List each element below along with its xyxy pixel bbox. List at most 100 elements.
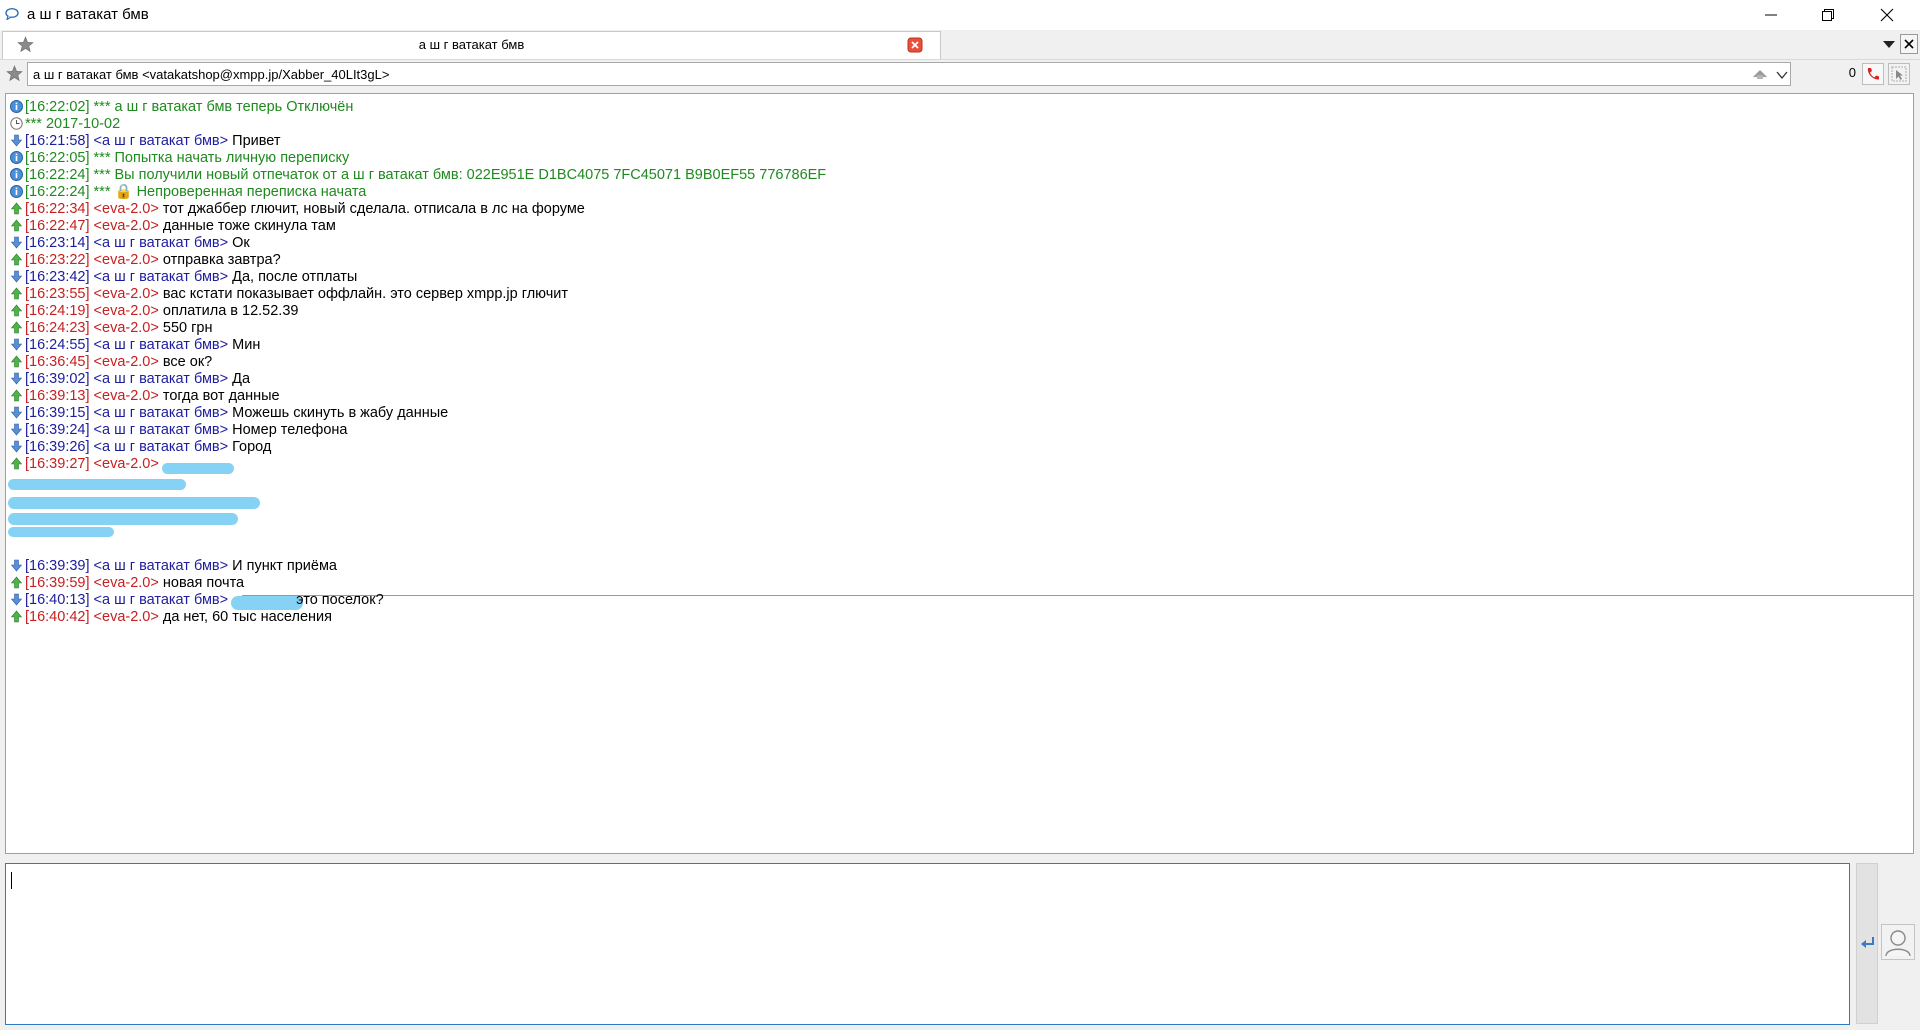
chat-log[interactable]: [16:22:02] *** а ш г ватакат бмв теперь … — [5, 93, 1914, 854]
message-timestamp: [16:22:24] — [25, 167, 90, 183]
chat-message: [16:36:45] <eva-2.0> все ок? — [10, 354, 212, 371]
restore-button[interactable] — [1805, 0, 1851, 30]
arrow-up-icon — [10, 457, 23, 470]
message-timestamp: [16:22:34] — [25, 201, 90, 217]
minimize-icon — [1765, 14, 1777, 16]
message-text: Да, после отплаты — [232, 269, 358, 285]
message-text: *** а ш г ватакат бмв теперь Отключён — [93, 99, 354, 115]
message-sender: <а ш г ватакат бмв> — [93, 269, 229, 285]
info-icon — [10, 185, 23, 198]
phone-icon — [1867, 68, 1879, 80]
message-timestamp: [16:22:47] — [25, 218, 90, 234]
redaction-mark — [8, 479, 186, 490]
message-sender: <eva-2.0> — [93, 388, 159, 404]
arrow-down-icon — [10, 440, 23, 453]
arrow-down-icon — [10, 372, 23, 385]
message-timestamp: [16:22:05] — [25, 150, 90, 166]
unread-separator — [242, 595, 1913, 596]
tab-menu-dropdown-icon[interactable] — [1880, 34, 1898, 54]
chevron-down-icon[interactable] — [1776, 70, 1788, 80]
arrow-down-icon — [10, 423, 23, 436]
close-tab-button[interactable] — [1900, 34, 1918, 54]
message-sender: <а ш г ватакат бмв> — [93, 337, 229, 353]
call-button[interactable] — [1862, 63, 1884, 85]
redaction-mark — [8, 513, 238, 525]
send-button[interactable] — [1856, 863, 1878, 1024]
arrow-up-icon — [10, 219, 23, 232]
chat-message: [16:39:13] <eva-2.0> тогда вот данные — [10, 388, 280, 405]
message-sender: <а ш г ватакат бмв> — [93, 439, 229, 455]
message-timestamp: [16:40:13] — [25, 592, 90, 608]
message-timestamp: [16:40:42] — [25, 609, 90, 625]
message-sender: <а ш г ватакат бмв> — [93, 235, 229, 251]
message-sender: <а ш г ватакат бмв> — [93, 405, 229, 421]
arrow-down-icon — [10, 406, 23, 419]
chat-message: [16:24:55] <а ш г ватакат бмв> Мин — [10, 337, 260, 354]
chat-message: [16:21:58] <а ш г ватакат бмв> Привет — [10, 133, 281, 150]
encryption-status-icon[interactable] — [1751, 68, 1769, 80]
message-text: Город — [232, 439, 272, 455]
chat-message: [16:40:42] <eva-2.0> да нет, 60 тыс насе… — [10, 609, 332, 626]
chat-message: [16:39:26] <а ш г ватакат бмв> Город — [10, 439, 271, 456]
message-text: Привет — [232, 133, 281, 149]
chat-message: [16:23:42] <а ш г ватакат бмв> Да, после… — [10, 269, 357, 286]
message-timestamp: [16:23:22] — [25, 252, 90, 268]
chat-message: [16:39:15] <а ш г ватакат бмв> Можешь ск… — [10, 405, 448, 422]
tab-chat[interactable]: а ш г ватакат бмв — [2, 31, 941, 59]
chat-message: [16:24:19] <eva-2.0> оплатила в 12.52.39 — [10, 303, 298, 320]
chat-message: [16:22:05] *** Попытка начать личную пер… — [10, 150, 349, 167]
contact-jid-field[interactable]: а ш г ватакат бмв <vatakatshop@xmpp.jp/X… — [27, 62, 1791, 86]
text-caret — [11, 872, 12, 889]
window-title: а ш г ватакат бмв — [27, 6, 149, 23]
message-text: вас кстати показывает оффлайн. это серве… — [162, 286, 569, 302]
avatar — [1881, 924, 1915, 960]
contact-jid: а ш г ватакат бмв <vatakatshop@xmpp.jp/X… — [33, 67, 390, 82]
message-timestamp: [16:24:23] — [25, 320, 90, 336]
message-text: *** 🔒 Непроверенная переписка начата — [93, 184, 367, 200]
message-sender: <а ш г ватакат бмв> — [93, 592, 229, 608]
message-text: Мин — [232, 337, 261, 353]
star-icon — [6, 65, 23, 82]
message-text: да нет, 60 тыс населения — [162, 609, 332, 625]
message-text: Можешь скинуть в жабу данные — [232, 405, 449, 421]
close-window-button[interactable] — [1864, 0, 1910, 30]
message-timestamp: [16:39:27] — [25, 456, 90, 472]
chat-message: [16:23:55] <eva-2.0> вас кстати показыва… — [10, 286, 568, 303]
message-sender: <а ш г ватакат бмв> — [93, 558, 229, 574]
chat-message: [16:22:47] <eva-2.0> данные тоже скинула… — [10, 218, 336, 235]
minimize-button[interactable] — [1748, 0, 1794, 30]
message-sender: <а ш г ватакат бмв> — [93, 422, 229, 438]
message-timestamp: [16:36:45] — [25, 354, 90, 370]
message-timestamp: [16:21:58] — [25, 133, 90, 149]
info-icon — [10, 100, 23, 113]
message-sender: <eva-2.0> — [93, 201, 159, 217]
message-sender: <eva-2.0> — [93, 252, 159, 268]
arrow-up-icon — [10, 287, 23, 300]
message-sender: <eva-2.0> — [93, 303, 159, 319]
enter-arrow-icon — [1861, 937, 1874, 948]
message-sender: <а ш г ватакат бмв> — [93, 133, 229, 149]
message-input[interactable] — [5, 863, 1850, 1025]
message-text: *** Попытка начать личную переписку — [93, 150, 350, 166]
message-text: отправка завтра? — [162, 252, 281, 268]
message-text: все ок? — [162, 354, 213, 370]
chat-message: [16:39:59] <eva-2.0> новая почта — [10, 575, 244, 592]
cursor-icon — [1891, 66, 1907, 82]
arrow-up-icon — [10, 321, 23, 334]
message-sender: <eva-2.0> — [93, 575, 159, 591]
clock-icon — [10, 117, 23, 130]
chat-message: [16:39:39] <а ш г ватакат бмв> И пункт п… — [10, 558, 337, 575]
chat-message: [16:22:24] *** Вы получили новый отпечат… — [10, 167, 826, 184]
arrow-up-icon — [10, 304, 23, 317]
chat-message: [16:39:24] <а ш г ватакат бмв> Номер тел… — [10, 422, 347, 439]
select-cursor-button[interactable] — [1888, 63, 1910, 85]
arrow-down-icon — [10, 593, 23, 606]
tab-close-icon[interactable] — [907, 37, 923, 53]
message-text: И пункт приёма — [232, 558, 337, 574]
message-timestamp: [16:39:02] — [25, 371, 90, 387]
message-sender: <а ш г ватакат бмв> — [93, 371, 229, 387]
message-timestamp: [16:22:24] — [25, 184, 90, 200]
message-sender: <eva-2.0> — [93, 456, 159, 472]
arrow-down-icon — [10, 270, 23, 283]
arrow-up-icon — [10, 389, 23, 402]
